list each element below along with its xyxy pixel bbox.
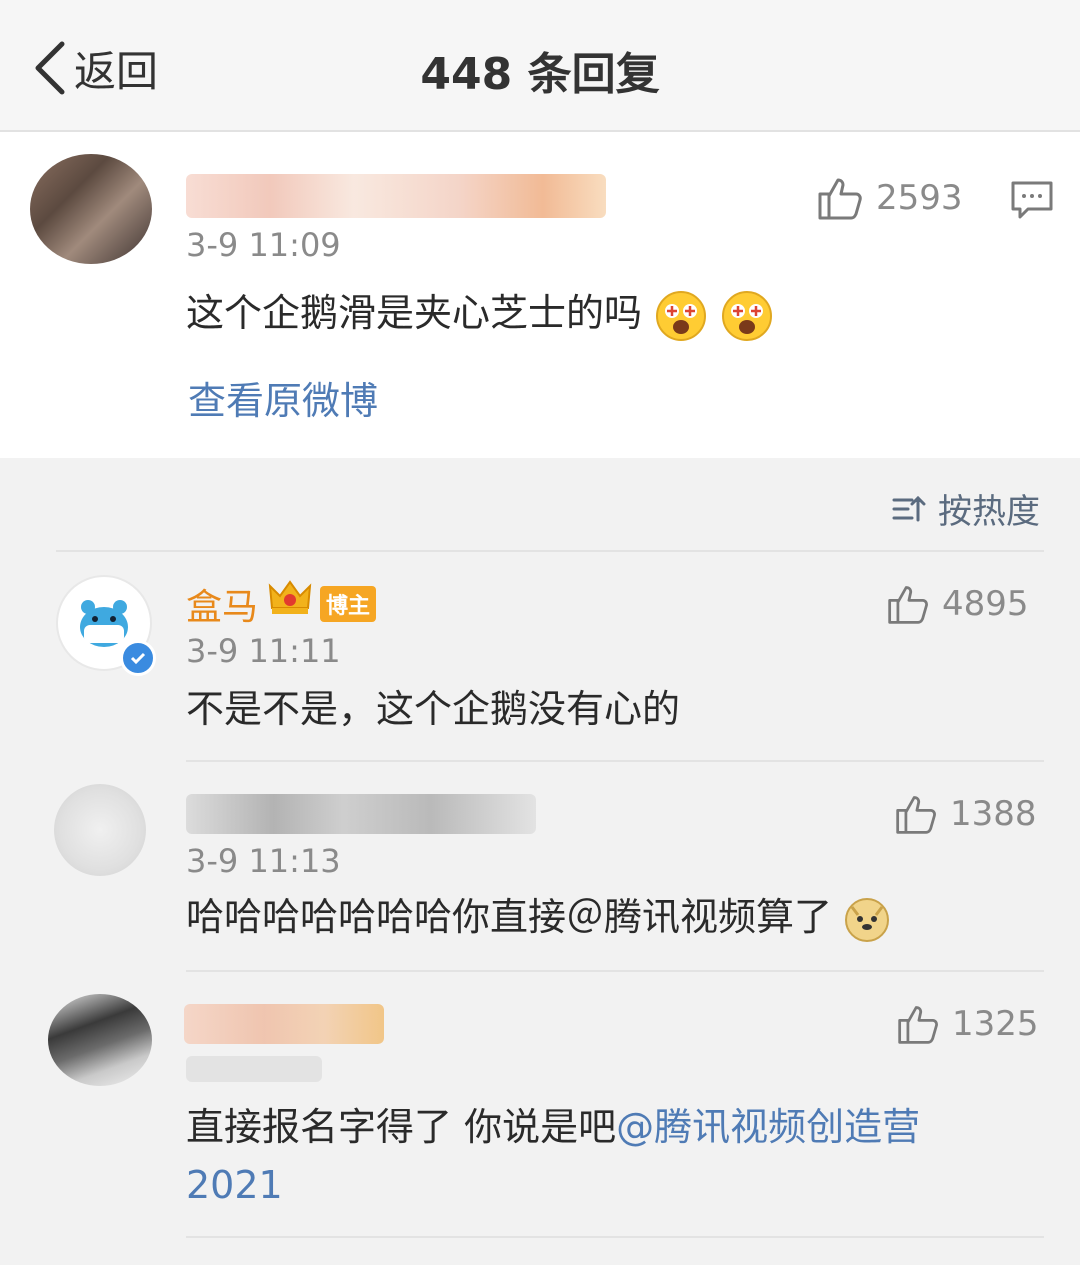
root-comment: 3-9 11:09 2593 这个企鹅滑是夹心芝士的吗 查看原微博 [0, 132, 1080, 458]
like-count: 1325 [952, 1004, 1039, 1044]
thumbs-up-icon [818, 178, 862, 220]
like-button[interactable]: 2593 [816, 174, 963, 222]
reply-content: 哈哈哈哈哈哈哈你直接＠腾讯视频算了 [186, 888, 890, 946]
reply-text: 直接报名字得了 你说是吧 [186, 1105, 617, 1149]
like-button[interactable]: 1325 [896, 1002, 1039, 1046]
reply-content: 直接报名字得了 你说是吧@腾讯视频创造营2021 [186, 1098, 1016, 1214]
like-count: 1388 [950, 794, 1037, 834]
avatar[interactable] [48, 994, 152, 1086]
divider [186, 760, 1044, 762]
nav-bar: 返回 448 条回复 [0, 0, 1080, 132]
username-redacted[interactable] [184, 1004, 384, 1044]
like-count: 4895 [942, 584, 1029, 624]
reply-content: 不是不是，这个企鹅没有心的 [186, 687, 681, 731]
reply-text: 哈哈哈哈哈哈哈你直接＠腾讯视频算了 [186, 895, 833, 939]
thumbs-up-icon [896, 796, 936, 834]
sort-icon [892, 495, 926, 521]
verified-icon [120, 640, 156, 676]
thumbs-up-icon [888, 586, 928, 624]
page-title: 448 条回复 [420, 49, 660, 100]
reply-time: 3-9 11:13 [186, 842, 341, 880]
sort-label: 按热度 [938, 492, 1040, 532]
divider [186, 1236, 1044, 1238]
time-redacted [186, 1056, 322, 1082]
comment-text: 这个企鹅滑是夹心芝士的吗 [186, 291, 643, 335]
thumbs-up-icon [898, 1006, 938, 1044]
like-button[interactable]: 4895 [886, 582, 1029, 626]
comment-content: 这个企鹅滑是夹心芝士的吗 [186, 284, 774, 343]
like-count: 2593 [876, 178, 963, 218]
reply-username[interactable]: 盒马 [186, 578, 258, 630]
star-eyes-emoji [722, 290, 773, 341]
avatar[interactable] [30, 154, 152, 264]
username-redacted[interactable] [186, 794, 536, 834]
divider [56, 550, 1044, 552]
doge-emoji [845, 897, 890, 942]
comment-icon[interactable] [1010, 180, 1054, 220]
blogger-badge: 博主 [320, 586, 377, 622]
like-button[interactable]: 1388 [894, 792, 1037, 836]
reply-time: 3-9 11:11 [186, 632, 341, 670]
username-redacted[interactable] [186, 174, 606, 218]
crown-icon [268, 580, 312, 614]
view-original-link[interactable]: 查看原微博 [188, 372, 378, 430]
star-eyes-emoji [656, 290, 707, 341]
divider [186, 970, 1044, 972]
sort-button[interactable]: 按热度 [892, 484, 1040, 533]
comment-time: 3-9 11:09 [186, 226, 341, 264]
avatar[interactable] [54, 784, 146, 876]
